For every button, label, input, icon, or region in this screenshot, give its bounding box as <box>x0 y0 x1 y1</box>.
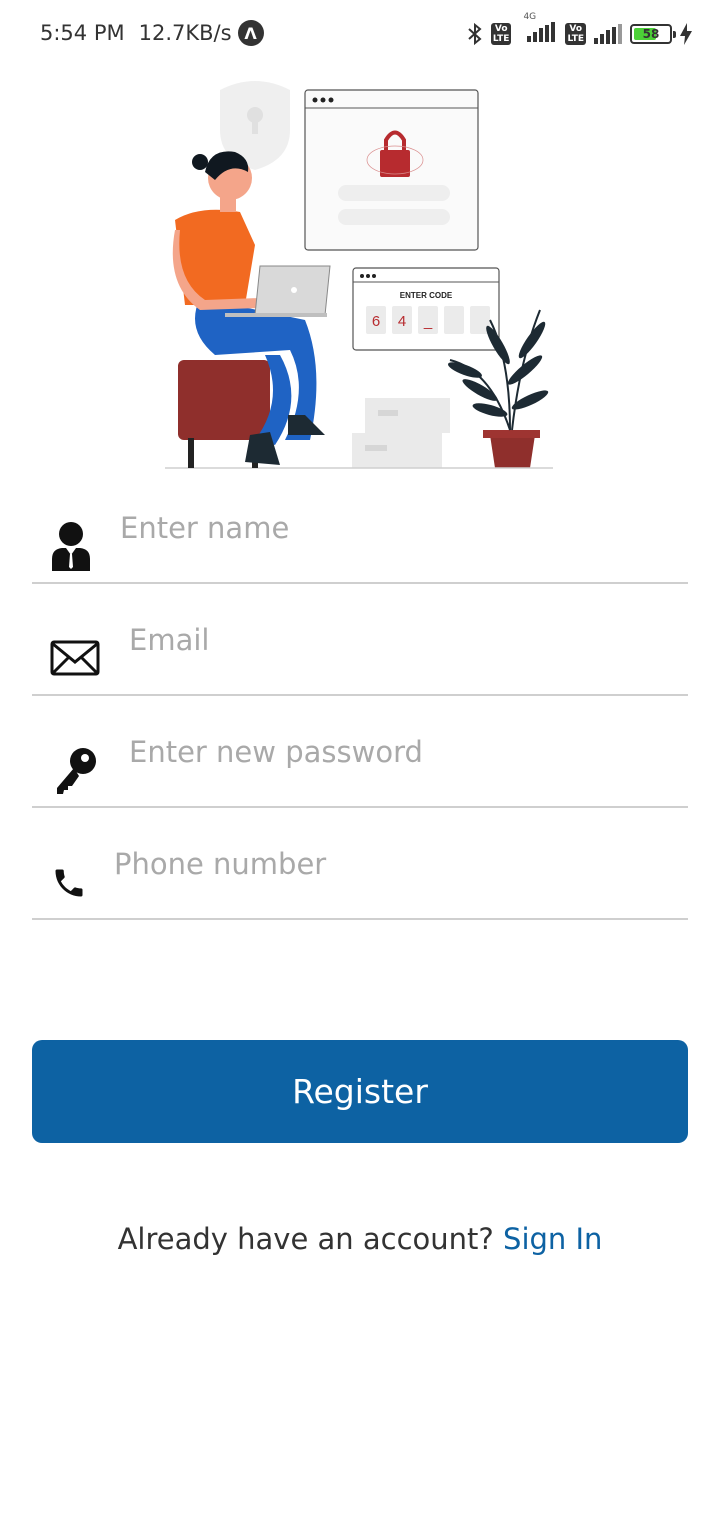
code-digit-1: 6 <box>372 313 380 330</box>
register-button[interactable]: Register <box>32 1040 688 1143</box>
code-boxes: 6 4 _ <box>366 306 490 334</box>
navigation-icon: Λ <box>237 20 264 46</box>
battery-level: 58 <box>642 27 660 41</box>
phone-icon <box>50 864 88 902</box>
signin-row: Already have an account? Sign In <box>0 1222 720 1256</box>
name-field-row <box>32 472 688 584</box>
signin-prompt: Already have an account? <box>117 1222 504 1256</box>
name-input[interactable] <box>118 502 642 554</box>
status-left: 5:54 PM 12.7KB/s Λ <box>40 20 264 46</box>
battery-icon: 58 <box>630 24 676 44</box>
password-input[interactable] <box>127 726 651 778</box>
signin-link[interactable]: Sign In <box>503 1222 602 1256</box>
code-digit-3: _ <box>423 313 433 330</box>
volte-icon: Vo LTE <box>490 23 512 45</box>
user-icon <box>50 520 92 572</box>
phone-input[interactable] <box>112 838 636 890</box>
email-field-row <box>32 584 688 696</box>
network-type: 4G <box>523 12 537 22</box>
key-icon <box>54 746 98 796</box>
volte-icon-2: Vo LTE <box>565 23 586 45</box>
code-digit-2: 4 <box>398 313 406 330</box>
bluetooth-icon <box>468 22 482 46</box>
mail-icon <box>50 640 100 676</box>
network-speed: 12.7KB/s <box>138 21 232 45</box>
phone-field-row <box>32 808 688 920</box>
signal-icon: 4G <box>519 12 557 46</box>
status-time: 5:54 PM <box>40 21 125 45</box>
enter-code-label: ENTER CODE <box>400 291 453 300</box>
security-illustration: ENTER CODE 6 4 _ <box>165 81 553 469</box>
status-bar: 5:54 PM 12.7KB/s Λ Vo LTE 4G Vo LTE 58 <box>0 0 720 70</box>
email-input[interactable] <box>127 614 651 666</box>
status-right: Vo LTE 4G Vo LTE 58 <box>467 12 692 46</box>
signal-icon-2 <box>594 24 622 44</box>
charging-icon <box>680 23 692 45</box>
password-field-row <box>32 696 688 808</box>
